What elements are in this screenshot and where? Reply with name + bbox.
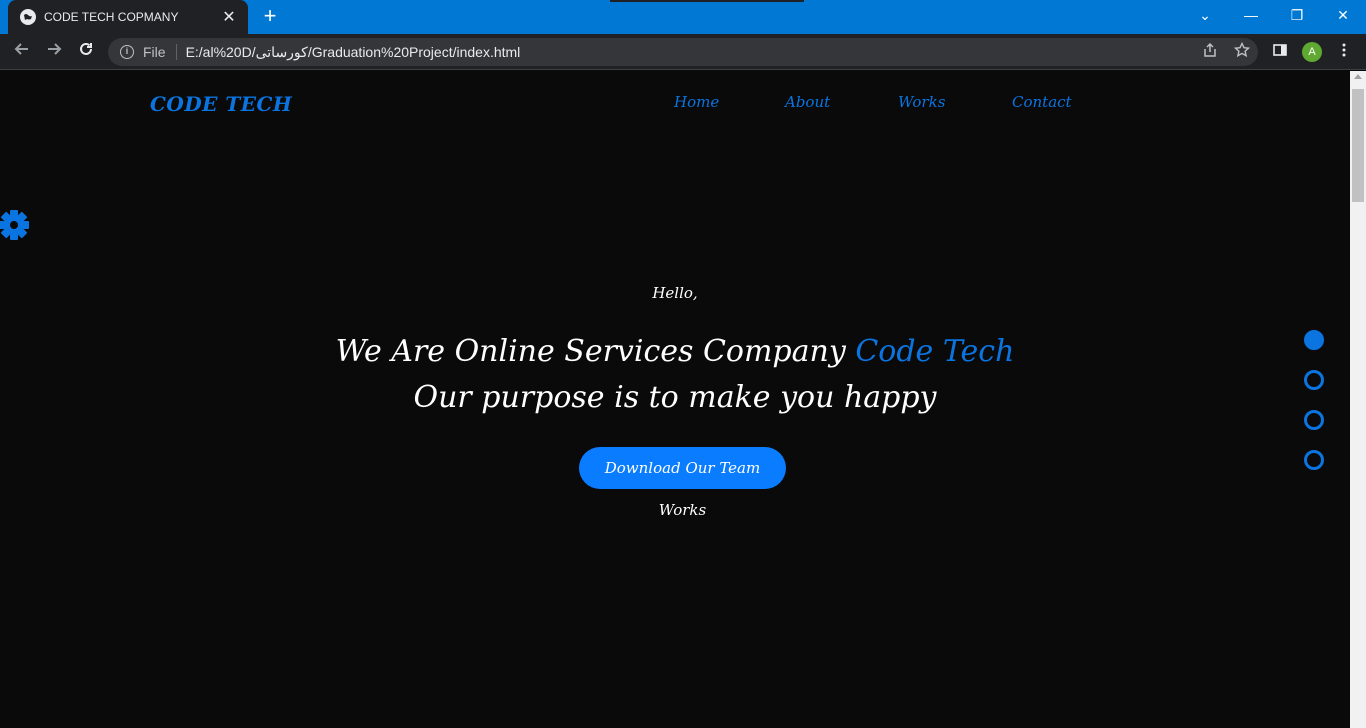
slider-dot[interactable] bbox=[1304, 450, 1324, 470]
hero-greeting: Hello, bbox=[652, 284, 698, 302]
slider-dot[interactable] bbox=[1304, 410, 1324, 430]
sidepanel-icon[interactable] bbox=[1270, 42, 1290, 62]
minimize-button[interactable]: — bbox=[1228, 0, 1274, 30]
url-text[interactable]: E:/al%20D/کورساتی/Graduation%20Project/i… bbox=[186, 44, 1194, 61]
slider-dot[interactable] bbox=[1304, 330, 1324, 350]
reload-icon[interactable] bbox=[74, 40, 98, 64]
hero-brand-highlight: Code Tech bbox=[855, 334, 1015, 369]
nav-link-about[interactable]: About bbox=[785, 93, 830, 111]
address-bar[interactable]: i File E:/al%20D/کورساتی/Graduation%20Pr… bbox=[108, 38, 1258, 66]
close-window-button[interactable]: ✕ bbox=[1320, 0, 1366, 30]
profile-avatar[interactable]: A bbox=[1302, 42, 1322, 62]
info-icon[interactable]: i bbox=[120, 45, 134, 59]
scroll-up-arrow-icon[interactable] bbox=[1354, 74, 1362, 79]
hero-line-1: We Are Online Services Company Code Tech bbox=[0, 329, 1350, 375]
page-scrollbar[interactable] bbox=[1350, 71, 1366, 728]
scroll-thumb[interactable] bbox=[1352, 89, 1364, 202]
download-team-works-button[interactable]: Download Our Team Works bbox=[579, 447, 786, 519]
browser-tab[interactable]: CODE TECH COPMANY ✕ bbox=[8, 0, 248, 34]
url-scheme-label: File bbox=[143, 44, 166, 60]
star-icon[interactable] bbox=[1226, 41, 1258, 62]
web-page: CODE TECH Home About Works Contact Hello… bbox=[0, 71, 1350, 728]
hero-line-2: Our purpose is to make you happy bbox=[413, 380, 937, 415]
nav-link-works[interactable]: Works bbox=[898, 93, 945, 111]
nav-link-home[interactable]: Home bbox=[674, 93, 719, 111]
arrow-left-icon[interactable] bbox=[10, 40, 34, 64]
tab-close-icon[interactable]: ✕ bbox=[220, 7, 238, 27]
browser-titlebar: CODE TECH COPMANY ✕ + ⌄ — ❐ ✕ bbox=[0, 0, 1366, 34]
gear-icon[interactable] bbox=[0, 209, 30, 241]
site-logo[interactable]: CODE TECH bbox=[150, 92, 292, 116]
globe-icon bbox=[20, 9, 36, 25]
restore-button[interactable]: ❐ bbox=[1274, 0, 1320, 30]
share-icon[interactable] bbox=[1194, 42, 1226, 62]
hero-headline: We Are Online Services Company Code Tech… bbox=[0, 329, 1350, 421]
browser-toolbar: i File E:/al%20D/کورساتی/Graduation%20Pr… bbox=[0, 34, 1366, 70]
tab-search-icon[interactable]: ⌄ bbox=[1182, 0, 1228, 30]
tab-title: CODE TECH COPMANY bbox=[44, 10, 179, 24]
hero-line-1-text: We Are Online Services Company bbox=[335, 334, 856, 369]
kebab-menu-icon[interactable] bbox=[1334, 42, 1354, 62]
address-separator bbox=[175, 44, 177, 60]
arrow-right-icon[interactable] bbox=[42, 40, 66, 64]
slider-dot[interactable] bbox=[1304, 370, 1324, 390]
nav-link-contact[interactable]: Contact bbox=[1012, 93, 1072, 111]
titlebar-divider bbox=[610, 0, 804, 2]
new-tab-button[interactable]: + bbox=[258, 5, 282, 29]
